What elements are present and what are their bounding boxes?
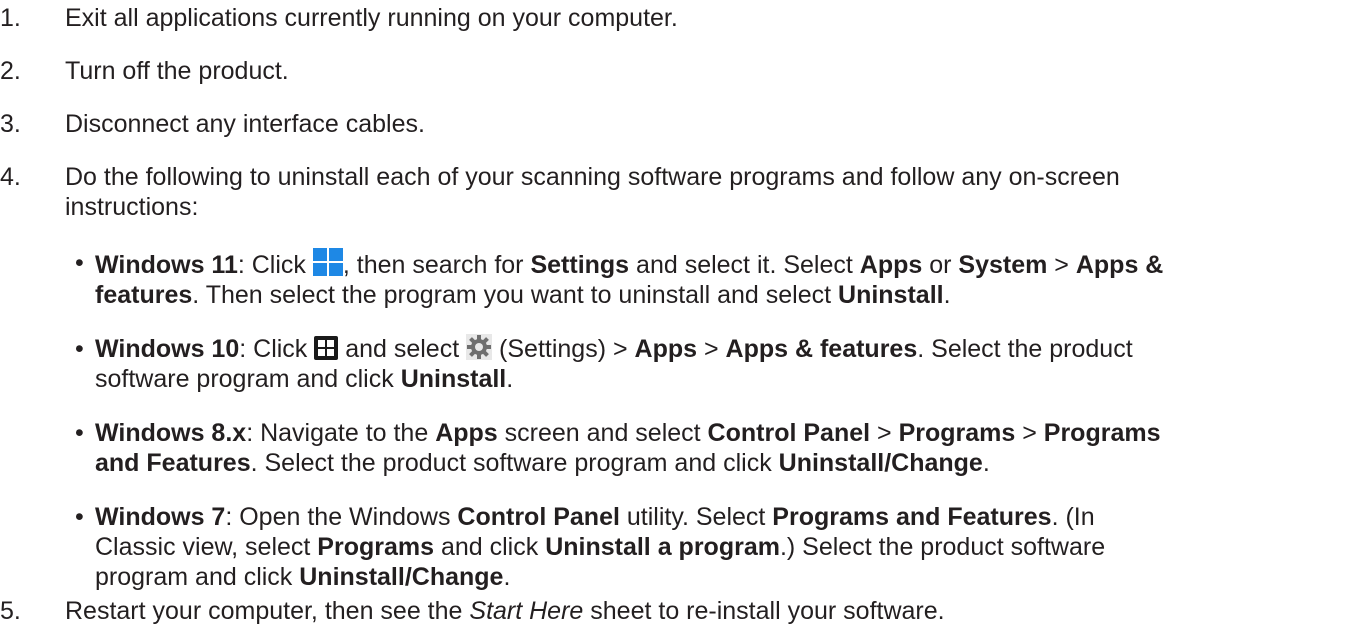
bullet-dot: • <box>75 419 84 447</box>
step-text: Turn off the product. <box>65 57 289 85</box>
bullet-dot: • <box>75 335 84 363</box>
step-text: Do the following to uninstall each of yo… <box>65 163 1120 221</box>
bullet-text: Windows 11: Click , then search for Sett… <box>95 248 1345 310</box>
start-here-sheet: Start Here <box>469 597 584 625</box>
step-text: Restart your computer, then see the Star… <box>65 597 945 625</box>
bullet-dot: • <box>75 503 84 531</box>
step-number: 1. <box>0 4 21 32</box>
bullet-dot: • <box>75 249 84 277</box>
bullet-text: Windows 10: Click and select (Settings) … <box>95 334 1133 393</box>
settings-gear-icon <box>466 334 493 360</box>
step-number: 5. <box>0 597 21 625</box>
step-number: 3. <box>0 110 21 138</box>
bullet-text: Windows 8.x: Navigate to the Apps screen… <box>95 419 1161 477</box>
step-text: Disconnect any interface cables. <box>65 110 425 138</box>
step-text: Exit all applications currently running … <box>65 4 678 32</box>
step-number: 2. <box>0 57 21 85</box>
windows-10-start-icon <box>314 336 339 360</box>
bullet-text: Windows 7: Open the Windows Control Pane… <box>95 503 1106 591</box>
step-number: 4. <box>0 163 21 191</box>
windows-11-start-icon <box>312 248 343 276</box>
